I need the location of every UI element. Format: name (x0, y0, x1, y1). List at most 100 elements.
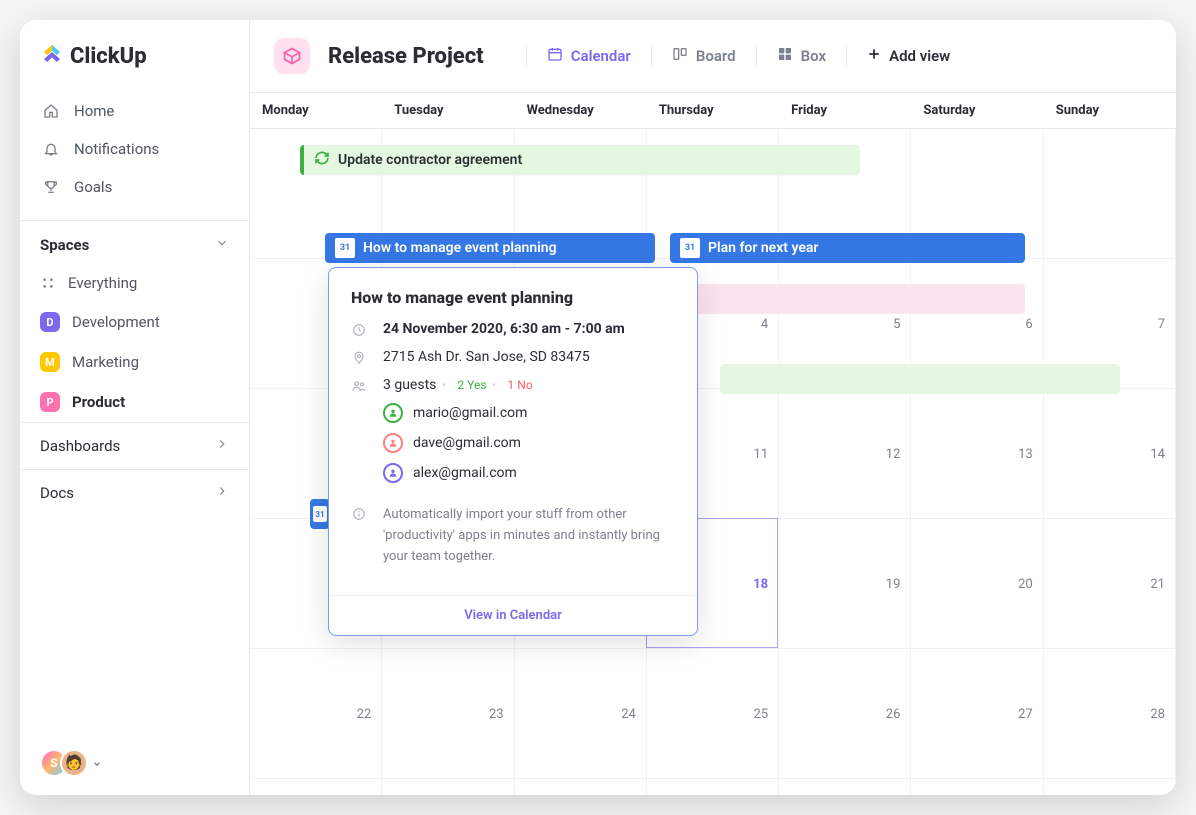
day-header: Thursday (647, 93, 779, 128)
calendar-cell[interactable]: 22 (250, 649, 382, 779)
date-number: 12 (886, 447, 901, 462)
space-badge-marketing: M (40, 352, 60, 372)
sidebar-item-docs[interactable]: Docs (20, 469, 249, 516)
date-number: 23 (489, 707, 504, 722)
event-blue-peek[interactable]: 31 (310, 499, 330, 529)
calendar-cell[interactable] (250, 519, 382, 649)
calendar-cell[interactable]: 31 (515, 779, 647, 795)
brand-name: ClickUp (70, 44, 147, 69)
brand-logo[interactable]: ClickUp (20, 20, 249, 88)
calendar-cell[interactable] (515, 389, 647, 519)
event-update-contractor[interactable]: Update contractor agreement (300, 145, 860, 175)
separator (846, 45, 847, 67)
sidebar-item-marketing[interactable]: M Marketing (20, 342, 249, 382)
calendar-cell[interactable]: 18 (647, 519, 779, 649)
calendar-cell[interactable]: 27 (911, 649, 1043, 779)
calendar-cell[interactable]: 14 (1044, 389, 1176, 519)
calendar-cell[interactable] (382, 519, 514, 649)
event-plan-next-year[interactable]: 31 Plan for next year (670, 233, 1025, 263)
nav-goals-label: Goals (74, 178, 112, 196)
date-number: 1 (364, 317, 371, 332)
space-label: Product (72, 393, 125, 411)
tab-box[interactable]: Box (765, 40, 838, 72)
tab-calendar[interactable]: Calendar (535, 40, 643, 72)
calendar-cell[interactable] (382, 389, 514, 519)
date-number: 13 (1018, 447, 1033, 462)
calendar-cell[interactable]: 23 (382, 649, 514, 779)
chevron-down-icon (215, 235, 229, 254)
calendar-cell[interactable]: 24 (515, 649, 647, 779)
sidebar-item-dashboards[interactable]: Dashboards (20, 422, 249, 469)
space-badge-product: P (40, 392, 60, 412)
calendar-cell[interactable]: 3 (911, 779, 1043, 795)
bell-icon (42, 141, 60, 157)
docs-label: Docs (40, 484, 74, 502)
date-number: 2 (496, 317, 503, 332)
calendar-small-icon: 31 (313, 506, 327, 522)
calendar-cell[interactable] (1044, 129, 1176, 259)
project-title: Release Project (328, 44, 484, 69)
date-number: 28 (1150, 707, 1165, 722)
calendar-cell[interactable]: 2 (779, 779, 911, 795)
recurring-icon (314, 150, 330, 170)
event-green-light[interactable] (720, 364, 1120, 394)
calendar-icon (547, 46, 563, 66)
plus-icon (867, 47, 881, 65)
calendar-cell[interactable]: 4 (1044, 779, 1176, 795)
app-window: ClickUp Home Notifications Goals (20, 20, 1176, 795)
nav-goals[interactable]: Goals (32, 168, 237, 206)
sidebar-item-everything[interactable]: Everything (20, 264, 249, 302)
tab-board[interactable]: Board (660, 40, 748, 72)
date-number: 20 (1018, 577, 1033, 592)
calendar-cell[interactable]: 30 (382, 779, 514, 795)
nav-notifications[interactable]: Notifications (32, 130, 237, 168)
calendar-cell[interactable]: 11 (647, 389, 779, 519)
spaces-header[interactable]: Spaces (20, 220, 249, 264)
day-header: Saturday (911, 93, 1043, 128)
dashboards-label: Dashboards (40, 437, 120, 455)
calendar-cell[interactable]: 25 (647, 649, 779, 779)
calendar-cell[interactable]: 28 (1044, 649, 1176, 779)
calendar-cell[interactable]: 12 (779, 389, 911, 519)
tab-box-label: Box (801, 47, 826, 65)
sidebar-item-product[interactable]: P Product (20, 382, 249, 422)
calendar-cell[interactable]: 20 (911, 519, 1043, 649)
user-avatar-2: 🧑 (60, 749, 88, 777)
trophy-icon (42, 179, 60, 195)
chevron-down-icon (92, 754, 102, 773)
event-manage-planning[interactable]: 31 How to manage event planning (325, 233, 655, 263)
day-header: Tuesday (382, 93, 514, 128)
date-number: 19 (886, 577, 901, 592)
header: Release Project Calendar Board (250, 20, 1176, 92)
date-number: 6 (1025, 317, 1032, 332)
nav-home[interactable]: Home (32, 92, 237, 130)
add-view-button[interactable]: Add view (855, 41, 962, 71)
space-label: Development (72, 313, 160, 331)
calendar-cell[interactable]: 2 (382, 259, 514, 389)
event-pink[interactable] (670, 284, 1025, 314)
spaces-title: Spaces (40, 236, 89, 254)
user-menu[interactable]: S 🧑 (20, 731, 249, 795)
calendar-cell[interactable]: 13 (911, 389, 1043, 519)
separator (526, 45, 527, 67)
project-icon[interactable] (274, 38, 310, 74)
chevron-right-icon (215, 484, 229, 502)
primary-nav: Home Notifications Goals (20, 88, 249, 210)
day-header: Wednesday (515, 93, 647, 128)
calendar-cell[interactable]: 19 (779, 519, 911, 649)
calendar-cell[interactable] (515, 519, 647, 649)
date-number: 7 (1158, 317, 1165, 332)
date-number: 4 (761, 317, 768, 332)
nav-home-label: Home (74, 102, 114, 120)
date-number: 24 (621, 707, 636, 722)
day-header: Monday (250, 93, 382, 128)
sidebar-item-development[interactable]: D Development (20, 302, 249, 342)
calendar-cell[interactable]: 29 (250, 779, 382, 795)
space-label: Marketing (72, 353, 139, 371)
calendar-cell[interactable]: 26 (779, 649, 911, 779)
board-icon (672, 46, 688, 66)
calendar-cell[interactable]: 21 (1044, 519, 1176, 649)
calendar-cell[interactable]: 1 (647, 779, 779, 795)
calendar-cell[interactable]: 3 (515, 259, 647, 389)
calendar-cell[interactable]: 1 (250, 259, 382, 389)
